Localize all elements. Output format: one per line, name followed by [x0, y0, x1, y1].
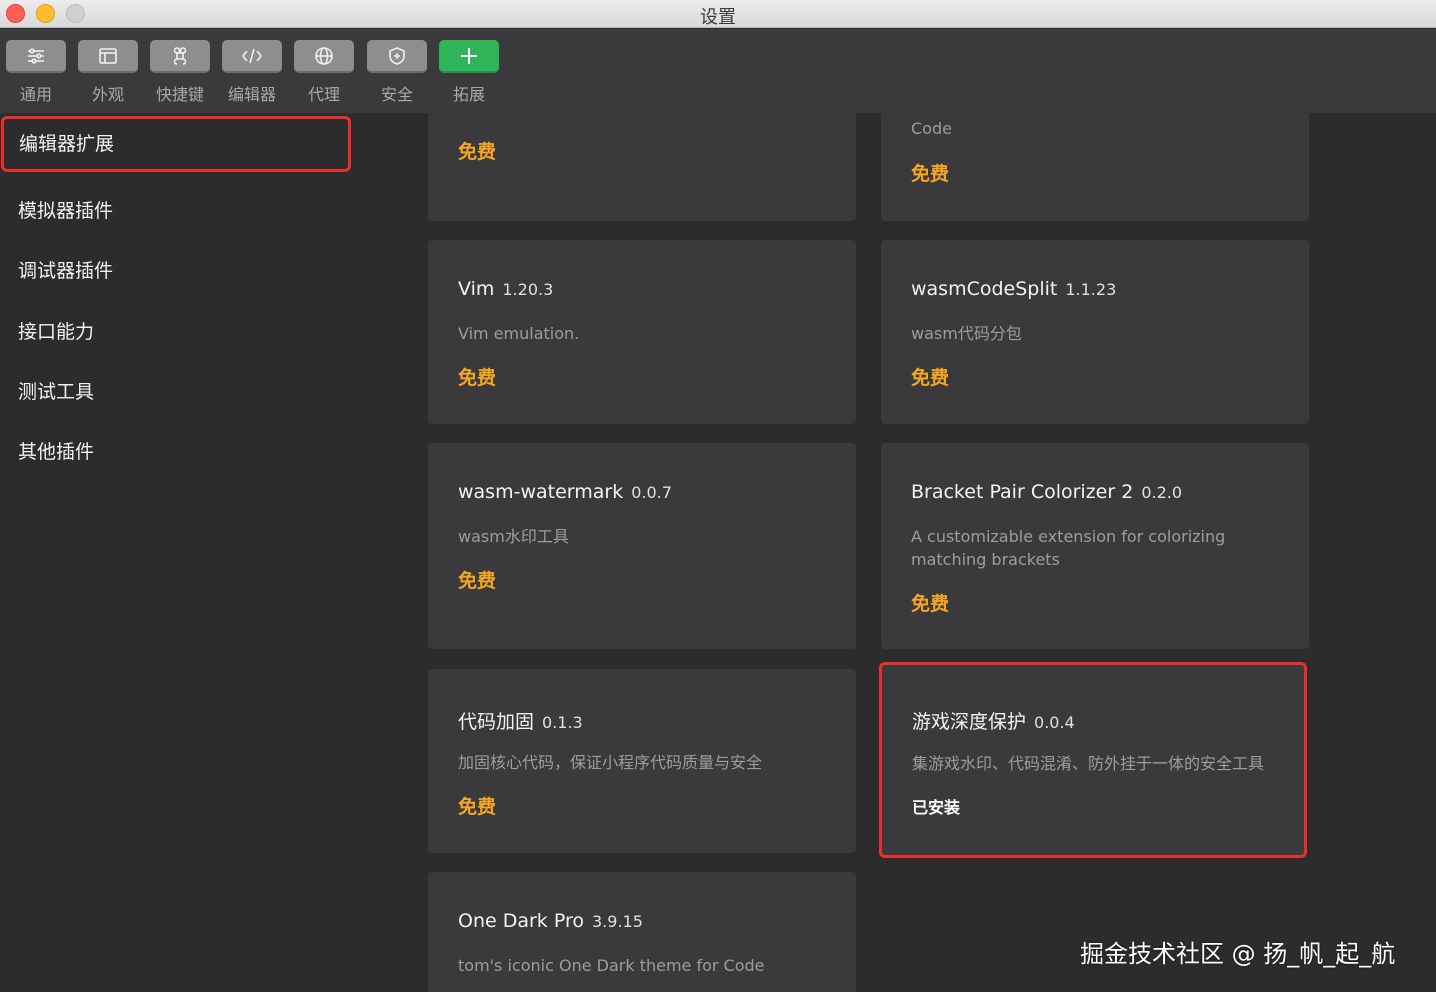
extension-card[interactable]: 免费	[428, 113, 856, 221]
extension-card-code-hardening[interactable]: 代码加固 0.1.3 加固核心代码，保证小程序代码质量与安全 免费	[428, 669, 856, 853]
sidebar-item-debugger-plugins[interactable]: 调试器插件	[0, 243, 350, 299]
plus-icon	[439, 40, 499, 73]
tab-security-label: 安全	[380, 85, 413, 104]
window-title: 设置	[700, 7, 736, 28]
extension-name-row: Vim 1.20.3	[458, 278, 553, 300]
extension-description: Code	[911, 119, 952, 138]
price-label: 免费	[458, 141, 497, 163]
sidebar-item-simulator-plugins[interactable]: 模拟器插件	[0, 183, 350, 239]
extension-card[interactable]: Code 免费	[881, 113, 1309, 221]
extension-description: tom's iconic One Dark theme for Code	[458, 956, 765, 975]
tab-editor[interactable]: 编辑器	[222, 40, 282, 110]
extension-version: 1.20.3	[502, 280, 554, 299]
title-bar: 设置	[0, 0, 1436, 28]
extension-name-row: One Dark Pro 3.9.15	[458, 910, 643, 932]
extension-name: wasm-watermark	[458, 481, 624, 503]
command-key-icon	[150, 40, 210, 73]
sidebar-item-other-plugins[interactable]: 其他插件	[0, 424, 350, 480]
extension-name-row: wasm-watermark 0.0.7	[458, 481, 672, 503]
extension-card-game-protection[interactable]: 游戏深度保护 0.0.4 集游戏水印、代码混淆、防外挂于一体的安全工具 已安装	[879, 662, 1307, 858]
extension-name: 游戏深度保护	[912, 711, 1027, 733]
tab-proxy[interactable]: 代理	[294, 40, 354, 110]
installed-status: 已安装	[912, 798, 961, 817]
extension-description: Vim emulation.	[458, 324, 580, 343]
extension-card-vim[interactable]: Vim 1.20.3 Vim emulation. 免费	[428, 240, 856, 424]
sliders-icon	[6, 40, 66, 73]
tab-security[interactable]: 安全	[367, 40, 427, 110]
window-icon	[78, 40, 138, 73]
extension-card-wasmcodesplit[interactable]: wasmCodeSplit 1.1.23 wasm代码分包 免费	[881, 240, 1309, 424]
tab-appearance[interactable]: 外观	[78, 40, 138, 110]
extension-name: wasmCodeSplit	[911, 278, 1058, 300]
tab-editor-label: 编辑器	[227, 85, 276, 104]
sidebar-item-editor-extensions[interactable]: 编辑器扩展	[1, 116, 351, 172]
price-label: 免费	[911, 593, 950, 615]
extension-name: One Dark Pro	[458, 910, 584, 932]
extension-name: 代码加固	[458, 711, 535, 733]
tab-shortcuts-label: 快捷键	[155, 85, 204, 104]
sidebar: 编辑器扩展 模拟器插件 调试器插件 接口能力 测试工具 其他插件	[0, 113, 400, 992]
extension-version: 0.0.7	[631, 483, 672, 502]
sidebar-item-test-tools[interactable]: 测试工具	[0, 364, 350, 420]
extension-description: wasm代码分包	[911, 324, 1022, 343]
extension-description: 集游戏水印、代码混淆、防外挂于一体的安全工具	[912, 754, 1265, 773]
extension-name-row: 游戏深度保护 0.0.4	[912, 707, 1075, 734]
code-icon	[222, 40, 282, 73]
extension-name: Bracket Pair Colorizer 2	[911, 481, 1134, 503]
extension-version: 0.1.3	[542, 713, 583, 732]
sidebar-item-api-capabilities[interactable]: 接口能力	[0, 304, 350, 360]
price-label: 免费	[458, 796, 497, 818]
tab-proxy-label: 代理	[307, 85, 340, 104]
extension-name-row: wasmCodeSplit 1.1.23	[911, 278, 1116, 300]
shield-icon	[367, 40, 427, 73]
extensions-grid: 免费 Code 免费 Vim 1.20.3 Vim emulation. 免费 w…	[400, 113, 1436, 992]
price-label: 免费	[911, 163, 950, 185]
watermark-text: 掘金技术社区 @ 扬_帆_起_航	[1080, 940, 1396, 968]
price-label: 免费	[458, 570, 497, 592]
extension-name-row: Bracket Pair Colorizer 2 0.2.0	[911, 481, 1182, 503]
extension-card-bracket-pair-colorizer[interactable]: Bracket Pair Colorizer 2 0.2.0 A customiz…	[881, 443, 1309, 649]
extension-description: 加固核心代码，保证小程序代码质量与安全	[458, 753, 763, 772]
globe-icon	[294, 40, 354, 73]
tab-appearance-label: 外观	[91, 85, 124, 104]
extension-version: 0.2.0	[1141, 483, 1183, 502]
extension-description: wasm水印工具	[458, 527, 569, 546]
tab-general-label: 通用	[19, 85, 52, 104]
extension-card-one-dark-pro[interactable]: One Dark Pro 3.9.15 tom's iconic One Dark…	[428, 872, 856, 992]
price-label: 免费	[458, 367, 497, 389]
price-label: 免费	[911, 367, 950, 389]
tab-general[interactable]: 通用	[6, 40, 66, 110]
extension-version: 3.9.15	[592, 912, 643, 931]
extension-name-row: 代码加固 0.1.3	[458, 707, 583, 734]
extension-version: 1.1.23	[1065, 280, 1117, 299]
settings-toolbar: 通用 外观 快捷键 编辑器 代理 安全 拓展	[0, 29, 1436, 113]
tab-shortcuts[interactable]: 快捷键	[150, 40, 210, 110]
extension-name: Vim	[458, 278, 495, 300]
tab-extensions[interactable]: 拓展	[439, 40, 499, 110]
tab-extensions-label: 拓展	[452, 85, 485, 104]
extension-description: A customizable extension for colorizing …	[911, 527, 1226, 569]
extension-version: 0.0.4	[1034, 713, 1075, 732]
extension-card-wasm-watermark[interactable]: wasm-watermark 0.0.7 wasm水印工具 免费	[428, 443, 856, 649]
